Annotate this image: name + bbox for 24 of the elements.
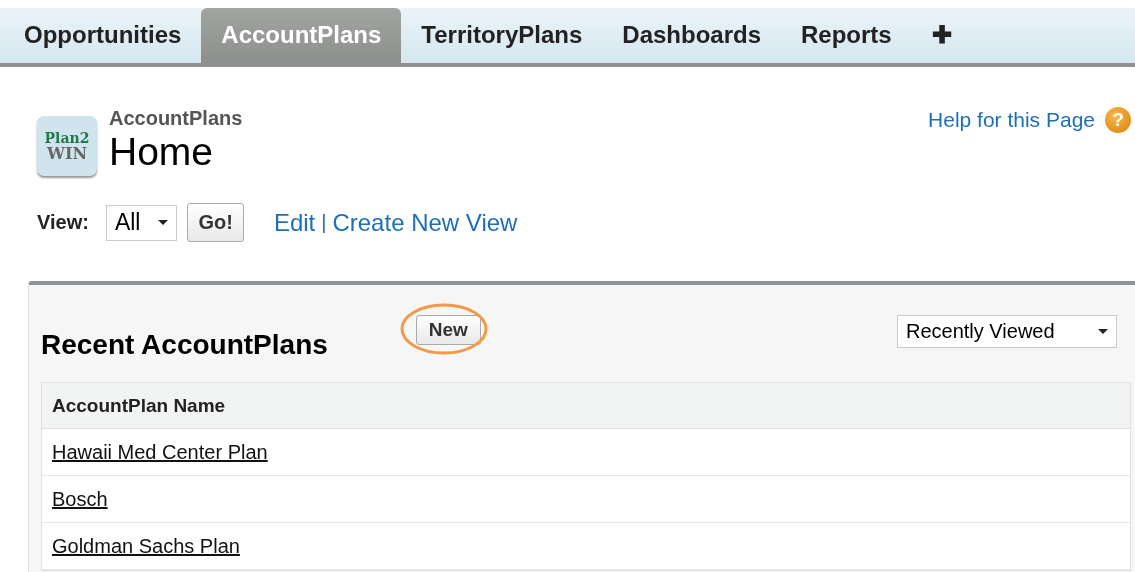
caret-icon <box>158 220 169 225</box>
plan2win-logo: Plan2 WIN <box>37 116 97 176</box>
nav-tab[interactable]: ✚ <box>911 8 972 63</box>
section-title: Recent AccountPlans <box>41 329 328 361</box>
record-link[interactable]: Hawaii Med Center Plan <box>52 440 268 464</box>
new-button[interactable]: New <box>415 315 481 345</box>
nav-tab[interactable]: Reports <box>781 8 912 63</box>
caret-icon <box>1098 329 1108 334</box>
column-header: AccountPlan Name <box>42 383 1130 429</box>
object-label: AccountPlans <box>109 107 243 130</box>
nav-tab[interactable]: TerritoryPlans <box>401 8 603 63</box>
separator: | <box>321 211 327 234</box>
help-link[interactable]: Help for this Page <box>928 108 1095 132</box>
nav-tab[interactable]: Dashboards <box>602 8 781 63</box>
page-title: Home <box>109 130 215 174</box>
create-view-link[interactable]: Create New View <box>332 208 518 237</box>
record-link[interactable]: Bosch <box>52 487 108 511</box>
go-button[interactable]: Go! <box>187 203 244 242</box>
edit-link[interactable]: Edit <box>273 208 316 237</box>
view-label: View: <box>37 211 89 234</box>
view-select[interactable]: All <box>105 204 178 241</box>
record-link[interactable]: Goldman Sachs Plan <box>52 534 240 558</box>
filter-select[interactable]: Recently Viewed <box>897 315 1117 348</box>
nav-tab[interactable]: Opportunities <box>4 8 202 63</box>
